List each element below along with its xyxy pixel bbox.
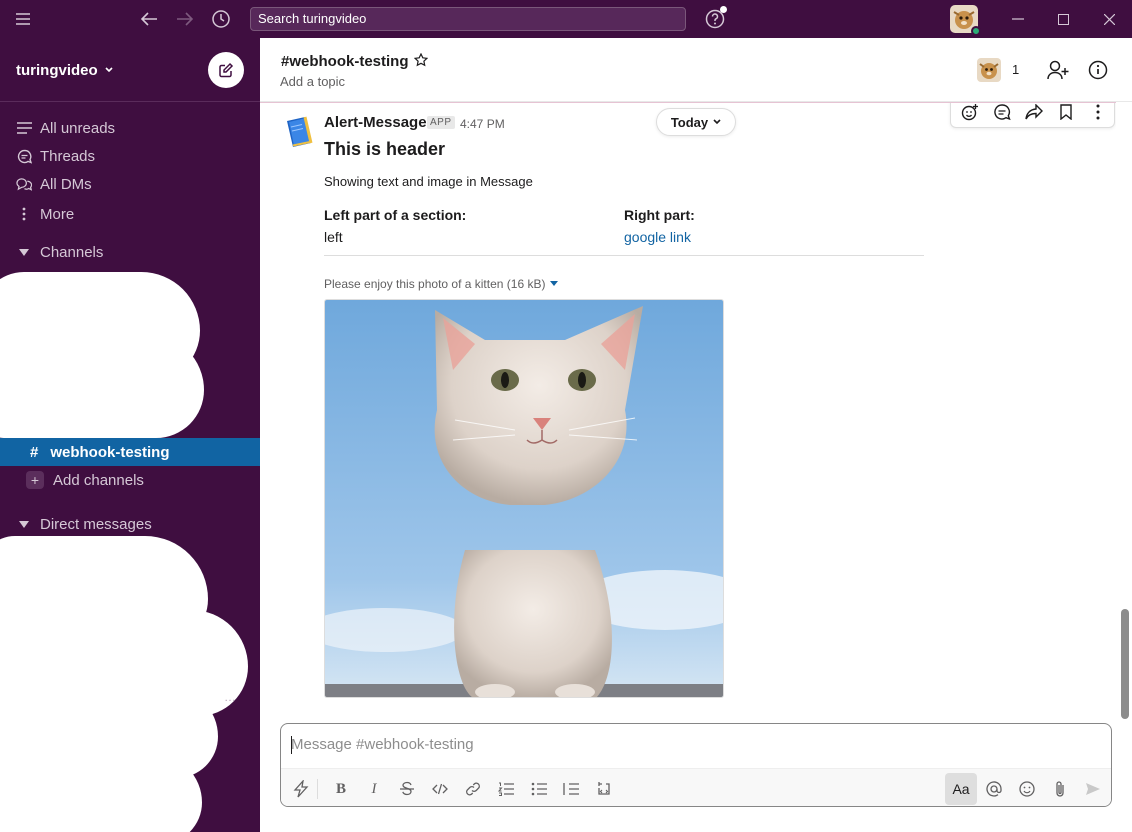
channel-title[interactable]: #webhook-testing [281,53,409,70]
channel-header: #webhook-testing Add a topic 1 [260,38,1132,102]
date-divider-label: Today [670,114,709,130]
forward-arrow-icon[interactable] [173,7,197,31]
code-icon[interactable] [430,779,450,799]
field-label-right: Right part: [624,207,695,223]
message-scrollbar[interactable] [1118,103,1132,719]
redaction-blob [0,754,202,832]
star-icon[interactable] [414,53,428,67]
threads-icon [16,148,32,164]
section-heading: Channels [40,243,104,261]
chevron-down-icon [105,67,113,73]
add-reaction-icon[interactable] [961,103,979,121]
message-timestamp[interactable]: 4:47 PM [460,117,505,131]
plus-icon: + [26,471,44,489]
ordered-list-icon[interactable] [496,779,516,799]
strikethrough-icon[interactable] [397,779,417,799]
message-input[interactable]: Message #webhook-testing [291,736,474,753]
message-sender[interactable]: Alert-Message [324,114,427,131]
composer-toolbar: B I Aa [281,768,1111,806]
compose-button[interactable] [208,52,244,88]
truncation-ellipsis-icon: … [224,690,237,704]
image-caption-toggle[interactable]: Please enjoy this photo of a kitten (16 … [324,277,559,291]
field-label-left: Left part of a section: [324,207,467,223]
caret-down-icon [550,281,559,286]
bulleted-list-icon[interactable] [529,779,549,799]
more-vertical-icon [16,206,32,222]
message-header-block: This is header [324,139,446,159]
message-composer: Message #webhook-testing B I Aa [280,723,1112,807]
google-link[interactable]: google link [624,229,691,245]
presence-indicator [971,26,981,36]
caret-down-icon [19,520,29,528]
back-arrow-icon[interactable] [137,7,161,31]
share-icon[interactable] [1025,103,1043,121]
channel-name: webhook-testing [50,443,170,461]
notification-dot [720,6,727,13]
reply-thread-icon[interactable] [993,103,1011,121]
history-clock-icon[interactable] [209,7,233,31]
dms-icon [16,176,32,192]
sidebar: turingvideo All unreads Threads All DMs … [0,38,260,832]
message-text: Showing text and image in Message [324,174,533,189]
add-channels-button[interactable]: + Add channels [0,466,260,494]
maximize-icon[interactable] [1051,7,1075,31]
app-badge: APP [427,116,455,129]
send-icon[interactable] [1083,779,1103,799]
app-avatar[interactable] [281,115,317,151]
field-value-left: left [324,229,343,245]
hamburger-menu-icon[interactable] [11,7,35,31]
all-unreads-icon [16,120,32,136]
formatting-toggle-button[interactable]: Aa [945,773,977,805]
compose-icon [219,62,234,78]
nav-all-dms[interactable]: All DMs [0,170,260,198]
add-person-icon[interactable] [1046,58,1070,82]
nav-all-unreads[interactable]: All unreads [0,114,260,142]
link-icon[interactable] [463,779,483,799]
channel-hash-icon: # [30,443,39,461]
caret-down-icon [19,248,29,256]
info-icon[interactable] [1086,58,1110,82]
search-input[interactable]: Search turingvideo [250,7,686,31]
dm-section-toggle[interactable]: Direct messages [0,510,260,538]
member-count[interactable]: 1 [1012,62,1019,77]
mention-icon[interactable] [984,779,1004,799]
blockquote-icon[interactable] [561,779,581,799]
section-heading: Direct messages [40,515,152,533]
close-icon[interactable] [1097,7,1121,31]
add-topic-link[interactable]: Add a topic [280,74,345,89]
channel-item-webhook-testing[interactable]: # webhook-testing [0,438,260,466]
nav-label: Threads [40,147,96,165]
image-caption: Please enjoy this photo of a kitten (16 … [324,277,546,291]
date-divider-button[interactable]: Today [656,108,736,136]
nav-label: All unreads [40,119,116,137]
nav-threads[interactable]: Threads [0,142,260,170]
redaction-blob [0,334,204,438]
nav-more[interactable]: More [0,200,260,228]
nav-label: All DMs [40,175,92,193]
chevron-down-icon [713,119,721,125]
member-avatar[interactable] [977,58,1001,82]
workspace-name[interactable]: turingvideo [16,62,113,79]
toolbar-separator [317,779,318,799]
minimize-icon[interactable] [1006,7,1030,31]
more-actions-icon[interactable] [1089,103,1107,121]
bold-icon[interactable]: B [331,779,351,799]
kitten-image[interactable] [324,299,724,698]
title-bar: Search turingvideo [0,0,1132,38]
workspace-header: turingvideo [0,38,260,102]
shortcuts-lightning-icon[interactable] [291,779,311,799]
emoji-icon[interactable] [1017,779,1037,799]
italic-icon[interactable]: I [364,779,384,799]
message-actions-toolbar [950,103,1115,128]
add-channels-label: Add channels [53,471,144,489]
attachment-icon[interactable] [1050,779,1070,799]
message-list: Alert-Message APP 4:47 PM Today This is … [260,103,1116,707]
bookmark-icon[interactable] [1057,103,1075,121]
text-cursor [291,736,292,754]
scrollbar-thumb[interactable] [1121,609,1129,719]
code-block-icon[interactable] [594,779,614,799]
nav-label: More [40,205,75,223]
section-divider [324,255,924,256]
channels-section-toggle[interactable]: Channels [0,238,260,266]
